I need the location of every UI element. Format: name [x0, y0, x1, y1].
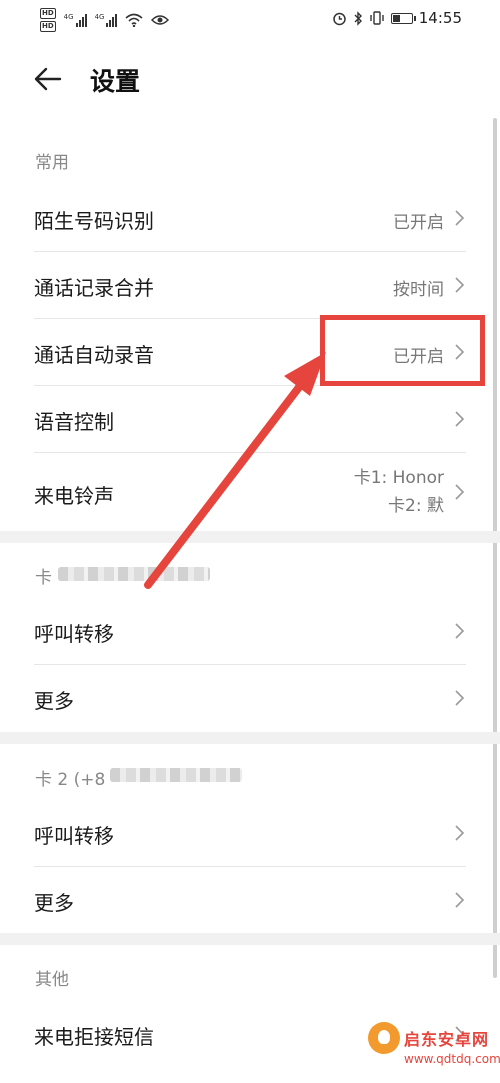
row-value: 卡1: Honor 卡2: 默 — [353, 468, 444, 516]
chevron-right-icon — [455, 411, 465, 427]
list-item-call-log-merge[interactable]: 通话记录合并 按时间 — [0, 252, 500, 318]
section-gap — [0, 933, 500, 945]
list-item-card2-call-forwarding[interactable]: 呼叫转移 — [0, 800, 500, 866]
row-label: 语音控制 — [34, 410, 114, 434]
eye-icon — [151, 15, 170, 25]
hd-badge: HD — [40, 8, 56, 19]
section-label-card2: 卡 2 (+8 — [35, 770, 106, 790]
page-title: 设置 — [90, 67, 141, 96]
row-label: 来电拒接短信 — [34, 1025, 154, 1049]
chevron-right-icon — [455, 277, 465, 293]
signal-icon: 4G — [95, 13, 118, 27]
list-item-ringtone[interactable]: 来电铃声 卡1: Honor 卡2: 默 — [0, 453, 500, 531]
section-label-common: 常用 — [35, 153, 69, 173]
chevron-right-icon — [455, 825, 465, 841]
row-label: 陌生号码识别 — [34, 209, 154, 233]
chevron-right-icon — [455, 484, 465, 500]
chevron-right-icon — [455, 210, 465, 226]
row-label: 通话记录合并 — [34, 276, 154, 300]
status-left: HD HD 4G 4G — [40, 8, 170, 32]
watermark-url: www.qdtdq.com — [404, 1052, 500, 1066]
row-label: 呼叫转移 — [34, 622, 114, 646]
section-label-other: 其他 — [35, 970, 69, 990]
status-right: 14:55 — [332, 9, 462, 27]
bluetooth-icon — [354, 10, 362, 26]
list-item-card1-more[interactable]: 更多 — [0, 665, 500, 732]
section-gap — [0, 531, 500, 543]
row-label: 呼叫转移 — [34, 824, 114, 848]
redacted-number — [58, 567, 210, 581]
row-label: 更多 — [34, 891, 74, 915]
section-label-card1: 卡 — [35, 568, 52, 588]
redacted-number — [110, 768, 242, 782]
chevron-right-icon — [455, 892, 465, 908]
row-label: 来电铃声 — [34, 484, 114, 508]
row-label: 通话自动录音 — [34, 343, 154, 367]
hd-badge: HD — [40, 21, 56, 32]
alarm-icon — [333, 12, 346, 25]
back-arrow-icon[interactable] — [32, 63, 64, 95]
signal-icon: 4G — [64, 13, 87, 27]
list-item-stranger-id[interactable]: 陌生号码识别 已开启 — [0, 185, 500, 251]
chevron-right-icon — [455, 690, 465, 706]
highlight-box — [320, 315, 485, 386]
battery-icon — [390, 12, 416, 24]
header: 设置 — [0, 48, 500, 112]
watermark: 启东安卓网 www.qdtdq.com — [368, 1018, 500, 1080]
row-label: 更多 — [34, 689, 74, 713]
wifi-icon — [125, 13, 143, 27]
list-item-card1-call-forwarding[interactable]: 呼叫转移 — [0, 598, 500, 664]
section-gap — [0, 732, 500, 744]
status-bar: HD HD 4G 4G 14:55 — [0, 0, 500, 40]
watermark-name: 启东安卓网 — [404, 1030, 490, 1049]
vibrate-icon — [370, 11, 384, 25]
watermark-logo-icon — [368, 1022, 400, 1054]
row-value: 按时间 — [393, 280, 444, 300]
status-time: 14:55 — [418, 9, 462, 27]
list-item-card2-more[interactable]: 更多 — [0, 867, 500, 933]
chevron-right-icon — [455, 623, 465, 639]
row-value: 已开启 — [393, 213, 444, 233]
list-item-voice-control[interactable]: 语音控制 — [0, 386, 500, 452]
